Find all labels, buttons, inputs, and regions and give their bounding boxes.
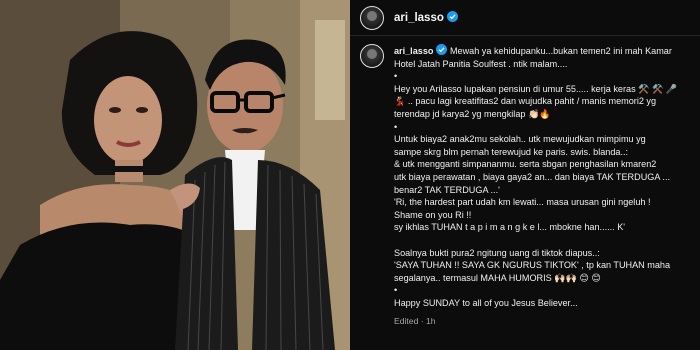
caption-line: utk biaya perawatan , biaya gaya2 an... …: [394, 171, 670, 182]
caption-line: •: [394, 285, 398, 296]
caption-line: sampe skrg blm pernah terewujud ke paris…: [394, 146, 629, 157]
screenshot-root: ari_lasso ari_lasso Mewah ya kehidupanku…: [0, 0, 700, 350]
caption-line: •: [394, 71, 398, 82]
caption-line: segalanya.. termasul MAHA HUMORIS 🙌🏻🙌🏻 😊…: [394, 272, 601, 283]
edited-label: Edited: [394, 316, 419, 327]
caption-avatar[interactable]: [360, 44, 384, 68]
caption-line: Untuk biaya2 anak2mu sekolah.. utk mewuj…: [394, 134, 646, 145]
header-username[interactable]: ari_lasso: [394, 11, 458, 24]
verified-badge-icon: [436, 44, 448, 55]
caption-text: ari_lasso Mewah ya kehidupanku...bukan t…: [394, 44, 692, 328]
caption-line: benar2 TAK TERDUGA ...': [394, 184, 500, 195]
header-avatar[interactable]: [360, 5, 384, 30]
post-time[interactable]: 1h: [426, 316, 436, 326]
caption-line: 💃🏻 .. pacu lagi kreatifitas2 dan wujudka…: [394, 96, 657, 107]
header-username-text[interactable]: ari_lasso: [394, 12, 444, 24]
caption-line: 'SAYA TUHAN !! SAYA GK NGURUS TIKTOK' , …: [394, 260, 671, 271]
caption-line: •: [394, 121, 398, 132]
caption-line: & utk mengganti simpananmu. serta sbgan …: [394, 159, 657, 170]
post-caption-block: ari_lasso Mewah ya kehidupanku...bukan t…: [360, 44, 692, 328]
caption-line-text: Mewah ya kehidupanku...bukan temen2 ini …: [449, 46, 672, 56]
caption-username[interactable]: ari_lasso: [394, 46, 433, 56]
caption-line: sy ikhlas TUHAN t a p i m a n g k e l...…: [394, 222, 626, 233]
post-panel: ari_lasso ari_lasso Mewah ya kehidupanku…: [350, 0, 700, 350]
caption-line: ari_lasso Mewah ya kehidupanku...bukan t…: [394, 44, 692, 58]
caption-line: Soalnya bukti pura2 ngitung uang di tikt…: [394, 247, 600, 258]
caption-line: 'Ri, the hardest part udah km lewati... …: [394, 197, 651, 208]
caption-line: Happy SUNDAY to all of you Jesus Believe…: [394, 297, 578, 308]
caption-line: [394, 234, 692, 247]
caption-line: Hey you Arilasso lupakan pensiun di umur…: [394, 83, 678, 94]
caption-line: Shame on you Ri !!: [394, 209, 472, 220]
post-photo[interactable]: [0, 0, 350, 350]
caption-line: Hotel Jatah Panitia Soulfest . ntik mala…: [394, 58, 568, 69]
post-meta: Edited · 1h: [394, 316, 436, 327]
caption-line: terendap jd karya2 yg mengkilap 👏🏻🔥: [394, 108, 551, 119]
verified-badge-icon: [446, 11, 458, 22]
photo-illustration: [0, 0, 350, 350]
post-header: ari_lasso: [350, 0, 700, 36]
